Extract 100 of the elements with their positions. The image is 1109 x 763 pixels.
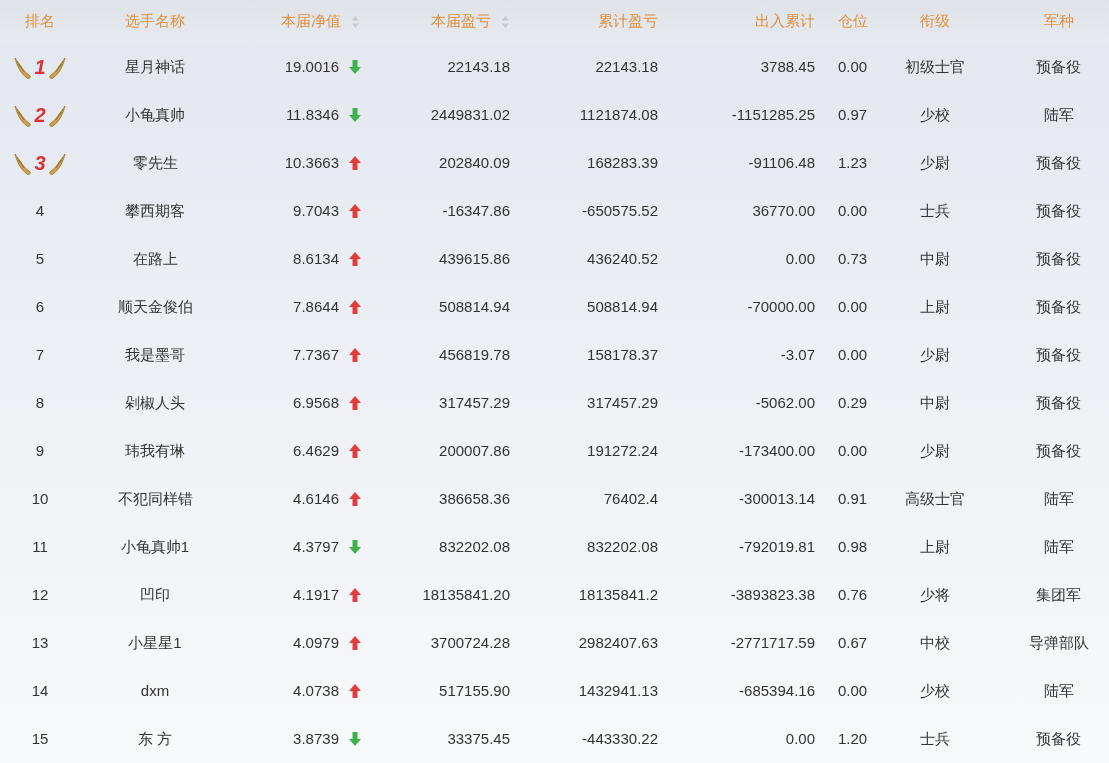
column-header: 衔级: [920, 11, 950, 32]
rank-number: 7: [35, 344, 45, 365]
table-cell-text: 4.0979: [293, 632, 339, 653]
player-name: 在路上: [132, 248, 178, 269]
player-name: 玮我有琳: [125, 440, 185, 461]
column-header: 累计盈亏: [598, 11, 658, 32]
table-cell-text: 1432941.13: [578, 680, 658, 701]
table-cell-text: 0.97: [837, 104, 868, 125]
table-cell-text: 33375.45: [447, 728, 510, 749]
table-cell-text: 3700724.28: [430, 632, 510, 653]
table-cell-text: -173400.00: [739, 440, 815, 461]
table-cell-text: 1.23: [837, 152, 868, 173]
table-cell-text: 预备役: [1036, 248, 1081, 269]
rank-number: 12: [31, 584, 49, 605]
table-cell-text: 200007.86: [439, 440, 510, 461]
table-cell-text: 8.6134: [293, 248, 339, 269]
rank-number: 4: [35, 200, 45, 221]
table-cell-text: -70000.00: [747, 296, 815, 317]
table-cell-text: 预备役: [1036, 728, 1081, 749]
table-cell-text: 436240.52: [587, 248, 658, 269]
player-name: 不犯同样错: [117, 488, 193, 509]
table-cell-text: 9.7043: [293, 200, 339, 221]
table-cell-text: -685394.16: [739, 680, 815, 701]
rank-number: 8: [35, 392, 45, 413]
table-cell-text: 19.0016: [284, 56, 339, 77]
table-cell-text: 7.8644: [293, 296, 339, 317]
player-name: 东 方: [137, 728, 173, 749]
table-cell-text: 0.76: [837, 584, 868, 605]
table-cell-text: 2982407.63: [578, 632, 658, 653]
column-header[interactable]: 本届盈亏: [431, 10, 491, 33]
table-cell-text: 0.00: [785, 728, 815, 749]
table-cell-text: 18135841.2: [578, 584, 658, 605]
table-cell-text: 中尉: [920, 248, 950, 269]
table-cell-text: 0.98: [837, 536, 868, 557]
table-cell-text: 456819.78: [439, 344, 510, 365]
table-cell-text: -300013.14: [739, 488, 815, 509]
table-cell-text: 预备役: [1036, 296, 1081, 317]
rank-number: 10: [31, 488, 49, 509]
column-header[interactable]: 本届净值: [281, 10, 341, 33]
rank-number: 2: [34, 103, 46, 128]
table-cell-text: 集团军: [1036, 584, 1081, 605]
player-name: 小龟真帅1: [120, 536, 190, 557]
table-cell-text: 导弹部队: [1028, 632, 1089, 653]
table-cell-text: 中校: [920, 632, 950, 653]
rank-number: 11: [32, 536, 48, 557]
player-name: 剁椒人头: [125, 392, 185, 413]
table-cell-text: 317457.29: [439, 392, 510, 413]
table-cell-text: 0.29: [837, 392, 868, 413]
table-cell-text: 11.8346: [285, 104, 339, 125]
rank-number: 3: [34, 151, 46, 176]
player-name: 零先生: [132, 152, 178, 173]
column-header: 仓位: [837, 11, 868, 32]
rank-number: 14: [31, 680, 49, 701]
table-cell-text: 士兵: [920, 728, 950, 749]
player-name: dxm: [140, 680, 170, 701]
table-cell-text: -5062.00: [755, 392, 815, 413]
table-cell-text: 517155.90: [439, 680, 510, 701]
rank-number: 1: [34, 55, 46, 80]
player-name: 攀西期客: [125, 200, 185, 221]
table-cell-text: 22143.18: [447, 56, 510, 77]
table-cell-text: 0.67: [837, 632, 868, 653]
table-cell-text: 少尉: [920, 344, 950, 365]
column-header: 排名: [25, 11, 55, 32]
table-cell-text: 陆军: [1043, 680, 1074, 701]
table-cell-text: 0.00: [785, 248, 815, 269]
player-name: 顺天金俊伯: [117, 296, 193, 317]
player-name: 我是墨哥: [125, 344, 185, 365]
table-cell-text: 预备役: [1036, 200, 1081, 221]
table-cell-text: -1151285.25: [731, 104, 815, 125]
table-cell-text: 高级士官: [905, 488, 965, 509]
table-cell-text: 预备役: [1036, 56, 1081, 77]
table-cell-text: 6.9568: [293, 392, 339, 413]
table-cell-text: 1121874.08: [579, 104, 658, 125]
table-cell-text: 陆军: [1043, 488, 1074, 509]
table-cell-text: 158178.37: [587, 344, 658, 365]
table-cell-text: 439615.86: [439, 248, 510, 269]
table-cell-text: 少校: [920, 680, 950, 701]
table-cell-text: 317457.29: [587, 392, 658, 413]
sort-icon[interactable]: [351, 14, 360, 29]
player-name: 凹印: [140, 584, 170, 605]
column-header: 选手名称: [125, 11, 185, 32]
table-cell-text: 少将: [920, 584, 950, 605]
table-cell-text: 预备役: [1036, 440, 1081, 461]
rank-number: 13: [31, 632, 49, 653]
sort-icon[interactable]: [501, 14, 510, 29]
table-cell-text: 832202.08: [439, 536, 510, 557]
table-cell-text: 36770.00: [752, 200, 815, 221]
table-cell-text: 4.3797: [293, 536, 339, 557]
table-cell-text: -650575.52: [582, 200, 658, 221]
table-cell-text: -3893823.38: [730, 584, 815, 605]
table-cell-text: 202840.09: [439, 152, 510, 173]
table-cell-text: 少尉: [920, 152, 950, 173]
table-cell-text: 中尉: [920, 392, 950, 413]
table-cell-text: -16347.86: [442, 200, 510, 221]
table-cell-text: 0.00: [837, 440, 868, 461]
table-cell-text: 6.4629: [293, 440, 339, 461]
player-name: 星月神话: [125, 56, 185, 77]
table-cell-text: 上尉: [920, 296, 950, 317]
table-cell-text: 508814.94: [587, 296, 658, 317]
rank-number: 5: [35, 248, 45, 269]
